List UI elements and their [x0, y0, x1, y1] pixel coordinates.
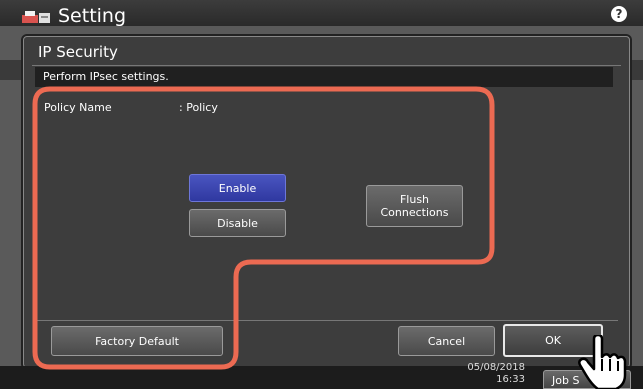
policy-name-label: Policy Name — [44, 101, 112, 114]
printer-icon — [22, 11, 50, 23]
background-panel-right — [628, 60, 643, 80]
cancel-button[interactable]: Cancel — [398, 326, 495, 356]
background-panel-left — [0, 60, 23, 80]
job-status-tab[interactable]: Job S — [543, 370, 631, 389]
device-screen: Setting ? IP Security Perform IPsec sett… — [0, 0, 643, 389]
dialog-title: IP Security — [38, 43, 118, 61]
app-title: Setting — [58, 5, 127, 27]
date-text: 05/08/2018 — [467, 362, 525, 373]
time-text: 16:33 — [496, 374, 525, 385]
clock: 05/08/2018 16:33 — [430, 363, 525, 385]
help-icon[interactable]: ? — [611, 6, 627, 22]
header-bar: Setting ? — [0, 0, 643, 27]
ip-security-dialog: IP Security Perform IPsec settings. Poli… — [23, 36, 630, 368]
flush-label-line1: Flush — [399, 193, 430, 206]
message-bar: Perform IPsec settings. — [35, 67, 613, 87]
title-divider — [32, 65, 621, 66]
flush-label-line2: Connections — [380, 206, 449, 219]
ok-button[interactable]: OK — [503, 324, 603, 357]
footer-divider — [35, 320, 618, 321]
policy-name-value: : Policy — [179, 101, 218, 114]
enable-button[interactable]: Enable — [189, 174, 286, 202]
factory-default-button[interactable]: Factory Default — [51, 326, 223, 356]
flush-connections-button[interactable]: Flush Connections — [366, 185, 463, 227]
disable-button[interactable]: Disable — [189, 209, 286, 237]
